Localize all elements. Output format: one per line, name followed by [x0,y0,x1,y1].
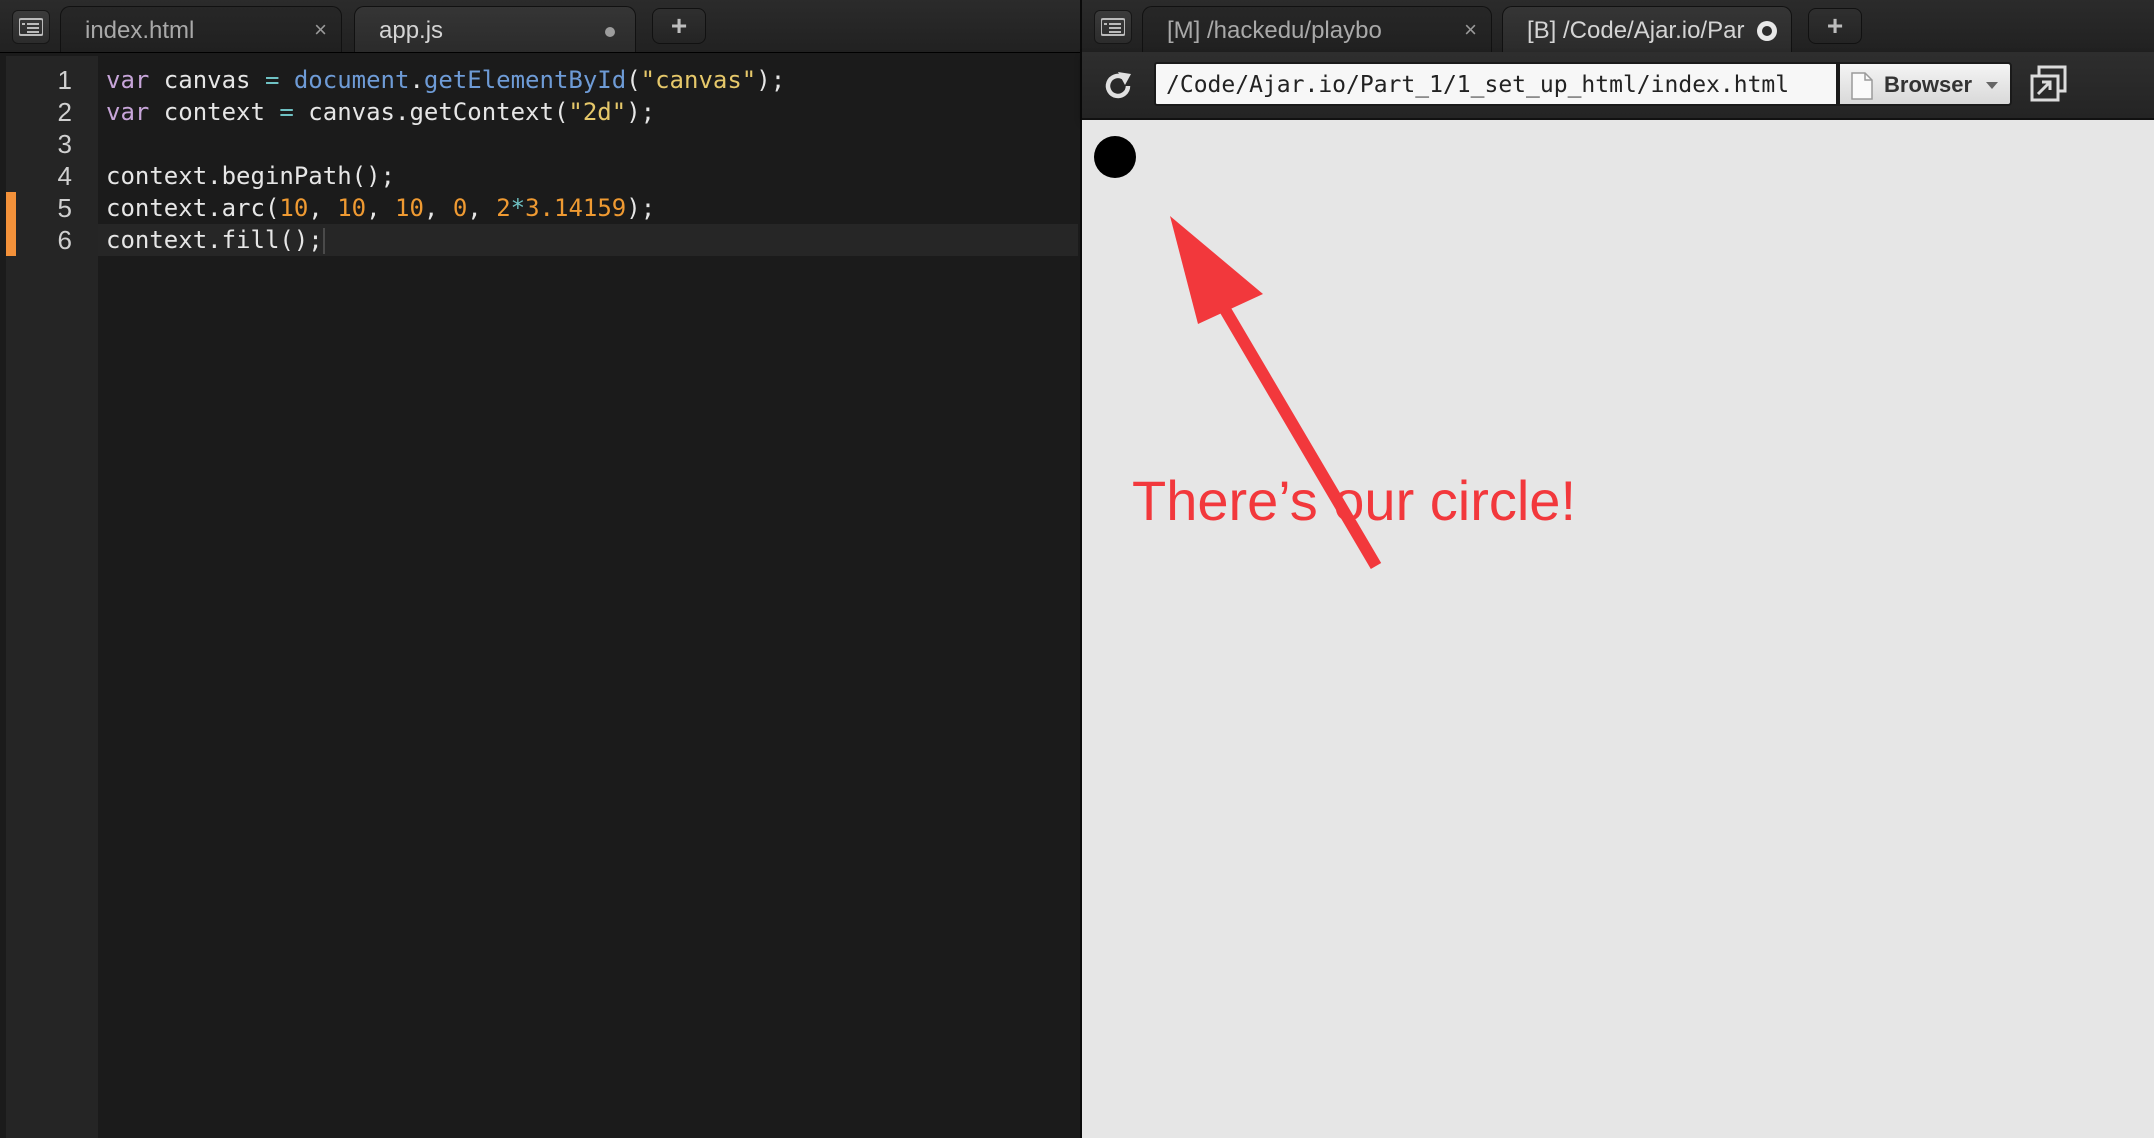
code-token: ); [756,66,786,94]
code-token: var [106,66,150,94]
line-number: 5 [57,193,72,223]
code-token: canvas.getContext( [293,98,569,126]
reload-icon [1105,72,1131,99]
text-cursor [322,228,325,254]
reload-button[interactable] [1098,66,1138,106]
code-token: , [308,194,338,222]
loading-ring-icon [1757,21,1777,41]
preview-viewport[interactable]: There’s our circle! [1082,120,2154,1138]
code-line-current[interactable]: context.fill(); [98,224,1078,256]
code-token: ( [626,66,641,94]
tab-label: app.js [379,17,444,44]
editor-tab-bar: index.html × app.js + [0,0,1080,53]
close-icon[interactable]: × [314,19,327,41]
tab-app-js[interactable]: app.js [354,6,636,52]
code-token: * [510,194,526,222]
new-tab-button[interactable]: + [1808,8,1862,44]
code-token: 10 [395,194,424,222]
page-icon [1851,72,1873,100]
code-line[interactable] [98,128,1078,160]
browser-pane: [M] /hackedu/playbo × [B] /Code/Ajar.io/… [1082,0,2154,1138]
code-token: document [293,66,410,94]
annotation-text: There’s our circle! [1132,469,1577,532]
code-token: "canvas" [640,66,757,94]
code-token: ); [626,98,656,126]
preview-mode-label: Browser [1884,72,1973,97]
tab-label: [B] /Code/Ajar.io/Par [1527,17,1745,44]
tab-hackedu-playbook[interactable]: [M] /hackedu/playbo × [1142,6,1492,52]
tab-label: [M] /hackedu/playbo [1167,17,1382,44]
close-icon[interactable]: × [1464,19,1477,41]
code-token: context.fill(); [106,226,323,254]
code-line[interactable]: var context = canvas.getContext("2d"); [98,96,1078,128]
code-token: context [149,98,280,126]
plus-icon: + [1826,10,1844,41]
tab-label: index.html [85,17,195,44]
code-token: = [264,66,280,94]
code-line[interactable]: var canvas = document.getElementById("ca… [98,64,1078,96]
browser-tab-bar: [M] /hackedu/playbo × [B] /Code/Ajar.io/… [1082,0,2154,53]
line-number: 2 [57,97,72,127]
line-number: 1 [57,65,72,95]
code-token: var [106,98,150,126]
chevron-down-icon [1986,82,1998,89]
code-token: ); [626,194,656,222]
detach-window-button[interactable] [2028,64,2070,104]
tab-index-html[interactable]: index.html × [60,6,342,52]
code-token: 10 [337,194,367,222]
list-menu-icon [19,18,43,36]
code-line[interactable]: context.beginPath(); [98,160,1078,192]
line-number-gutter: 1 2 3 4 5 6 [6,56,98,1138]
preview-mode-dropdown[interactable]: Browser [1838,62,2012,106]
detach-window-icon [2030,65,2067,102]
new-tab-button[interactable]: + [652,8,706,44]
code-line[interactable]: context.arc(10, 10, 10, 0, 2*3.14159); [98,192,1078,224]
url-input[interactable]: /Code/Ajar.io/Part_1/1_set_up_html/index… [1154,62,1838,106]
editor-pane: index.html × app.js + 1 2 3 4 5 6 var ca… [0,0,1080,1138]
app-window: index.html × app.js + 1 2 3 4 5 6 var ca… [0,0,2154,1138]
list-menu-icon [1101,18,1125,36]
code-token: "2d" [568,98,627,126]
unsaved-dot-icon[interactable] [605,27,615,37]
code-editor[interactable]: 1 2 3 4 5 6 var canvas = document.getEle… [0,56,1080,1138]
code-token: , [423,194,453,222]
tab-list-menu-button[interactable] [12,10,50,44]
code-token: context.arc( [106,194,280,222]
line-number: 4 [57,161,72,191]
line-number: 3 [57,129,72,159]
code-token: getElementById [423,66,627,94]
code-token: . [409,66,424,94]
code-token: 0 [452,194,468,222]
tab-list-menu-button[interactable] [1094,10,1132,44]
code-token: canvas [149,66,265,94]
code-token: context.beginPath(); [106,162,395,190]
code-token: 10 [279,194,309,222]
code-area[interactable]: var canvas = document.getElementById("ca… [98,56,1080,1138]
code-token: , [366,194,396,222]
code-token: 3.14159 [525,194,627,222]
line-number: 6 [57,225,72,255]
plus-icon: + [670,10,688,41]
tab-ajar-io[interactable]: [B] /Code/Ajar.io/Par [1502,6,1792,52]
canvas-circle [1094,136,1136,178]
code-token: , [467,194,497,222]
code-token: = [279,98,294,126]
code-token: 2 [496,194,511,222]
browser-toolbar: /Code/Ajar.io/Part_1/1_set_up_html/index… [1082,52,2154,120]
